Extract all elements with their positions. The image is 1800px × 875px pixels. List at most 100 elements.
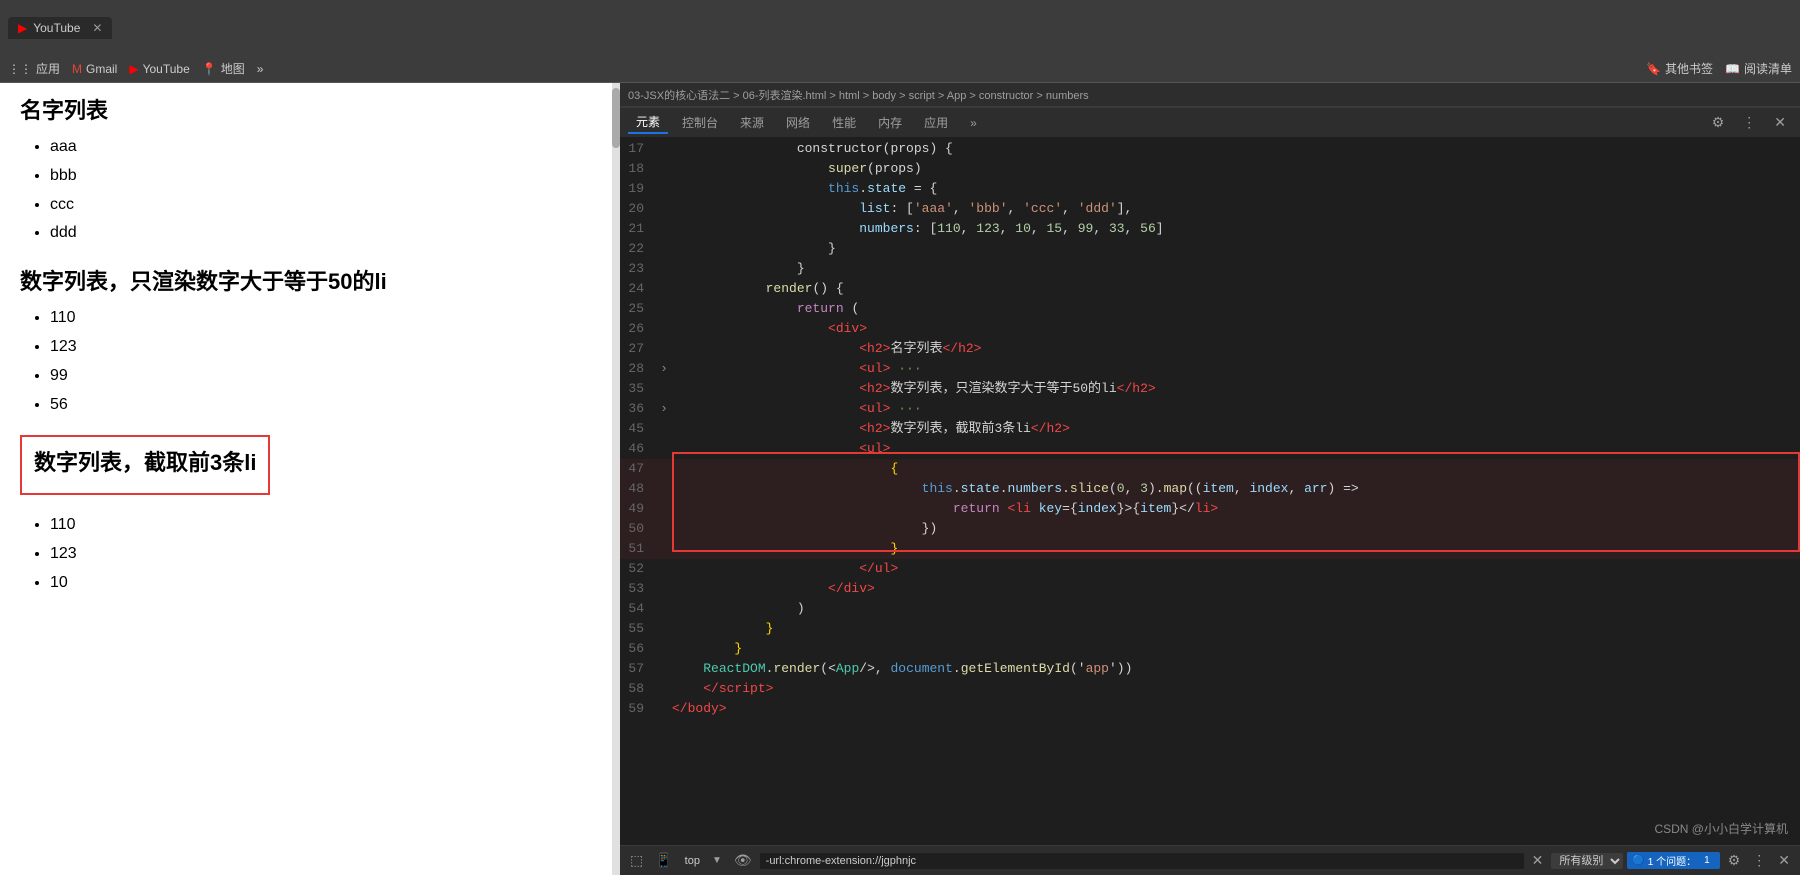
- more-menu-icon[interactable]: ⋮: [1748, 850, 1770, 871]
- code-line-20: 20 list: ['aaa', 'bbb', 'ccc', 'ddd'],: [620, 199, 1800, 219]
- tab-network[interactable]: 网络: [778, 112, 818, 133]
- bookmark-icon: 🔖: [1646, 62, 1661, 76]
- console-clear-icon[interactable]: ✕: [1528, 850, 1548, 871]
- issues-badge[interactable]: 🔵 1 个问题： 1: [1627, 852, 1719, 869]
- console-bar: ⬚ 📱 top ▼ 👁 ✕ 所有级别 🔵 1 个问题： 1 ⚙ ⋮ ✕: [620, 845, 1800, 875]
- devtools-device-icon[interactable]: 📱: [651, 850, 676, 871]
- code-line-59: 59 </body>: [620, 699, 1800, 719]
- scrollbar-track[interactable]: [612, 83, 620, 875]
- list-item: bbb: [50, 162, 600, 191]
- tab-performance[interactable]: 性能: [824, 112, 864, 133]
- content-area[interactable]: 名字列表 aaa bbb ccc ddd 数字列表，只渲染数字大于等于50的li…: [0, 83, 620, 875]
- browser-chrome: ▶ YouTube ✕: [0, 0, 1800, 55]
- bookmark-apps[interactable]: ⋮⋮ 应用: [8, 60, 60, 77]
- csdn-watermark: CSDN @小小白学计算机: [1654, 820, 1788, 837]
- devtools-breadcrumb: 03-JSX的核心语法二 > 06-列表渲染.html > html > bod…: [620, 83, 1800, 107]
- section1-title: 名字列表: [20, 93, 600, 125]
- code-line-52: 52 </ul>: [620, 559, 1800, 579]
- code-line-21: 21 numbers: [110, 123, 10, 15, 99, 33, 5…: [620, 219, 1800, 239]
- code-line-27: 27 <h2>名字列表</h2>: [620, 339, 1800, 359]
- console-eye-icon[interactable]: 👁: [730, 850, 756, 871]
- scrollbar-thumb[interactable]: [612, 88, 620, 148]
- bookmark-youtube-label: YouTube: [143, 62, 190, 76]
- bookmark-apps-label: 应用: [36, 60, 60, 77]
- gmail-icon: M: [72, 62, 82, 76]
- close-devtools-icon[interactable]: ✕: [1768, 112, 1792, 133]
- youtube-icon: ▶: [129, 62, 138, 76]
- devtools-tabs-bar: 元素 控制台 来源 网络 性能 内存 应用 » ⚙ ⋮ ✕: [620, 107, 1800, 137]
- code-line-55: 55 }: [620, 619, 1800, 639]
- list-item: aaa: [50, 133, 600, 162]
- list-item: 110: [50, 304, 600, 333]
- browser-tab[interactable]: ▶ YouTube ✕: [8, 17, 112, 39]
- breadcrumb-text: 03-JSX的核心语法二 > 06-列表渲染.html > html > bod…: [628, 87, 1089, 103]
- bookmark-more[interactable]: »: [257, 62, 264, 76]
- code-line-54: 54 ): [620, 599, 1800, 619]
- tab-console[interactable]: 控制台: [674, 112, 726, 133]
- tab-elements[interactable]: 元素: [628, 111, 668, 134]
- bookmark-reader-label: 阅读清单: [1744, 60, 1792, 77]
- tab-sources[interactable]: 来源: [732, 112, 772, 133]
- console-filter-label: top: [681, 853, 704, 869]
- code-line-58: 58 </script>: [620, 679, 1800, 699]
- code-line-19: 19 this.state = {: [620, 179, 1800, 199]
- close-console-icon[interactable]: ✕: [1774, 850, 1794, 871]
- bookmark-maps[interactable]: 📍 地图: [202, 60, 245, 77]
- section2-title: 数字列表，只渲染数字大于等于50的li: [20, 264, 600, 296]
- console-level-select[interactable]: 所有级别: [1551, 853, 1623, 869]
- code-line-46: 46 <ul>: [620, 439, 1800, 459]
- tab-application[interactable]: 应用: [916, 112, 956, 133]
- issues-number: 1: [1699, 854, 1715, 867]
- bookmark-other[interactable]: 🔖 其他书签: [1646, 60, 1713, 77]
- section2-list: 110 123 99 56: [20, 304, 600, 419]
- settings-gear-icon[interactable]: ⚙: [1724, 850, 1745, 871]
- list-item: ddd: [50, 219, 600, 248]
- section1-list: aaa bbb ccc ddd: [20, 133, 600, 248]
- devtools-inspect-icon[interactable]: ⬚: [626, 850, 647, 871]
- code-line-51: 51 }: [620, 539, 1800, 559]
- code-line-18: 18 super(props): [620, 159, 1800, 179]
- list-item: 56: [50, 391, 600, 420]
- code-editor: 17 constructor(props) { 18 super(props) …: [620, 137, 1800, 845]
- bookmark-youtube[interactable]: ▶ YouTube: [129, 62, 189, 76]
- list-item: 10: [50, 569, 270, 598]
- code-line-47: 47 {: [620, 459, 1800, 479]
- code-line-56: 56 }: [620, 639, 1800, 659]
- tab-more[interactable]: »: [962, 114, 985, 132]
- code-line-50: 50 }): [620, 519, 1800, 539]
- code-line-17: 17 constructor(props) {: [620, 139, 1800, 159]
- code-lines[interactable]: 17 constructor(props) { 18 super(props) …: [620, 137, 1800, 845]
- code-line-22: 22 }: [620, 239, 1800, 259]
- code-line-28: 28 › <ul> ···: [620, 359, 1800, 379]
- browser-content: 名字列表 aaa bbb ccc ddd 数字列表，只渲染数字大于等于50的li…: [0, 83, 620, 875]
- section3-title-box: 数字列表，截取前3条li: [20, 435, 270, 495]
- bookmark-maps-label: 地图: [221, 60, 245, 77]
- section3-title: 数字列表，截取前3条li: [34, 445, 256, 477]
- console-filter-arrow[interactable]: ▼: [708, 853, 726, 868]
- code-line-57: 57 ReactDOM.render(<App/>, document.getE…: [620, 659, 1800, 679]
- reader-icon: 📖: [1725, 62, 1740, 76]
- settings-icon[interactable]: ⚙: [1706, 112, 1731, 133]
- tab-memory[interactable]: 内存: [870, 112, 910, 133]
- bookmark-reader[interactable]: 📖 阅读清单: [1725, 60, 1792, 77]
- code-line-23: 23 }: [620, 259, 1800, 279]
- apps-icon: ⋮⋮: [8, 62, 32, 76]
- main-layout: 名字列表 aaa bbb ccc ddd 数字列表，只渲染数字大于等于50的li…: [0, 83, 1800, 875]
- list-item: 123: [50, 540, 270, 569]
- list-item: 99: [50, 362, 600, 391]
- devtools-panel: 03-JSX的核心语法二 > 06-列表渲染.html > html > bod…: [620, 83, 1800, 875]
- tab-title: YouTube: [33, 21, 80, 35]
- console-search-input[interactable]: [760, 853, 1524, 869]
- issues-count: 1 个问题：: [1648, 853, 1696, 868]
- issues-icon: 🔵: [1632, 855, 1644, 866]
- more-options-icon[interactable]: ⋮: [1736, 112, 1762, 133]
- tab-close[interactable]: ✕: [92, 21, 102, 35]
- code-line-35: 35 <h2>数字列表，只渲染数字大于等于50的li</h2>: [620, 379, 1800, 399]
- list-item: 123: [50, 333, 600, 362]
- code-line-48: 48 this.state.numbers.slice(0, 3).map((i…: [620, 479, 1800, 499]
- code-line-26: 26 <div>: [620, 319, 1800, 339]
- list-item: ccc: [50, 191, 600, 220]
- bookmark-gmail[interactable]: M Gmail: [72, 62, 117, 76]
- code-line-53: 53 </div>: [620, 579, 1800, 599]
- bookmark-more-label: »: [257, 62, 264, 76]
